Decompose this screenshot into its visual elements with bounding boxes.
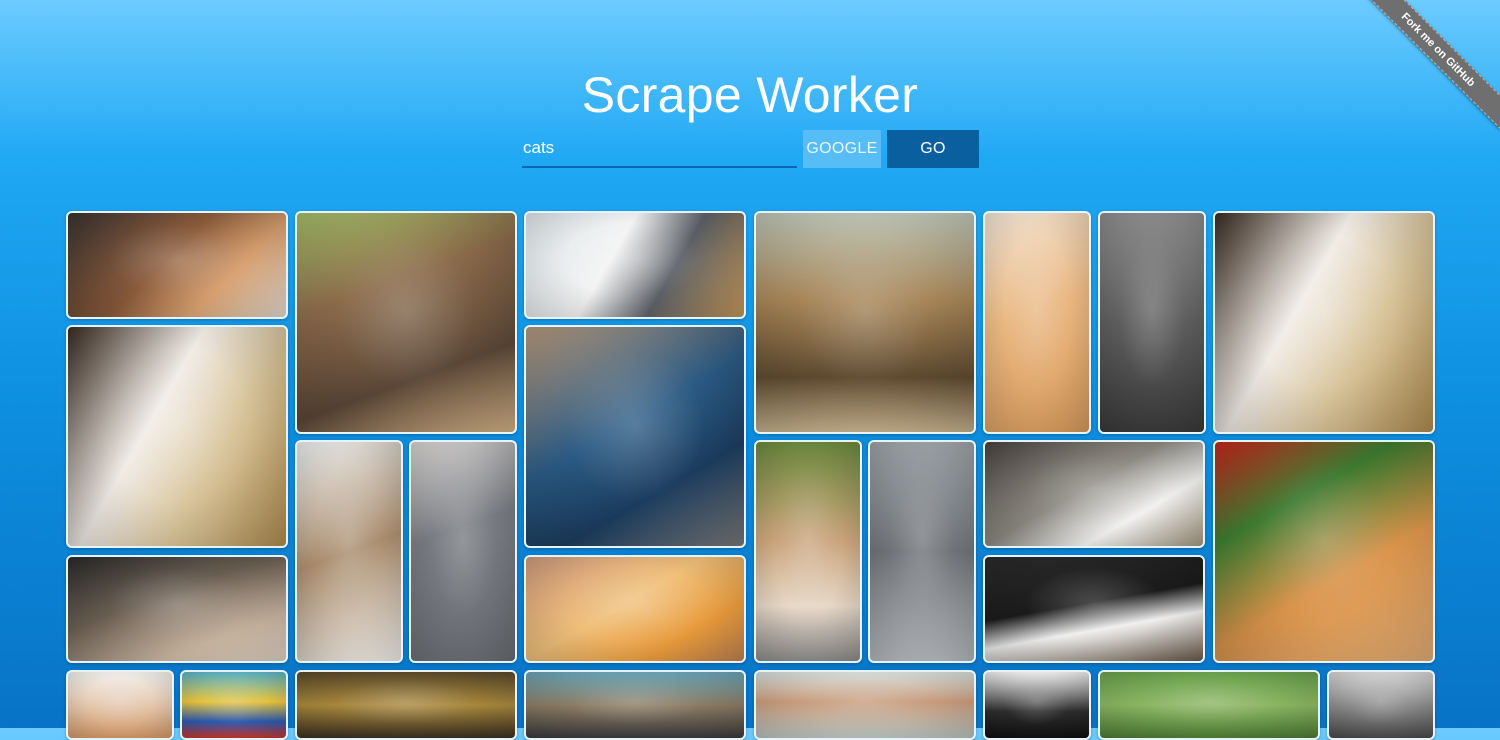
gallery-image-ginger-cat-lying[interactable] <box>524 555 746 663</box>
page-title: Scrape Worker <box>581 66 919 123</box>
gallery-image-black-cat-partial[interactable] <box>983 670 1091 740</box>
gallery-image-man-holding-cat[interactable] <box>524 325 746 548</box>
search-input[interactable] <box>522 130 797 168</box>
gallery-image-cat-under-christmas-tree[interactable] <box>1213 440 1435 663</box>
gallery-image-ginger-cat-sleeping[interactable] <box>983 211 1091 434</box>
gallery-image-grey-cat-with-kitten[interactable] <box>1098 211 1206 434</box>
gallery-image-bengal-cat[interactable] <box>754 211 976 434</box>
gallery-image-cat-propeller-hat[interactable] <box>180 670 288 740</box>
gallery-image-cat-eyes-closeup[interactable] <box>295 670 517 740</box>
gallery-image-grey-cat-rainbow[interactable] <box>409 440 517 663</box>
gallery-image-tabby-white-cat[interactable] <box>524 211 746 319</box>
github-ribbon: Fork me on GitHub <box>1350 0 1500 150</box>
gallery-image-cat-in-grass[interactable] <box>1098 670 1320 740</box>
fork-me-ribbon-link[interactable]: Fork me on GitHub <box>1358 0 1500 130</box>
gallery-image-fluffy-brown-cat[interactable] <box>295 211 517 434</box>
gallery-image-grey-tabby-partial[interactable] <box>1327 670 1435 740</box>
go-button[interactable]: GO <box>887 130 979 168</box>
gallery-image-black-white-cat[interactable] <box>983 555 1205 663</box>
search-bar: GOOGLE GO <box>522 130 982 168</box>
gallery-image-kitten-big-eyes[interactable] <box>66 555 288 663</box>
gallery-image-fluffy-kitten[interactable] <box>295 440 403 663</box>
gallery-image-orange-kitten-walking[interactable] <box>754 440 862 663</box>
gallery-image-kitten-partial[interactable] <box>66 670 174 740</box>
gallery-image-kittens-cuddling[interactable] <box>66 211 288 319</box>
gallery-image-grey-cat-with-toy-mouse[interactable] <box>868 440 976 663</box>
google-button[interactable]: GOOGLE <box>803 130 881 168</box>
gallery-image-tabby-cat-face[interactable] <box>983 440 1205 548</box>
gallery-image-white-grey-kitten[interactable] <box>66 325 288 548</box>
gallery-image-tabby-kitten-partial[interactable] <box>524 670 746 740</box>
gallery-image-persian-calico-cat[interactable] <box>1213 211 1435 434</box>
gallery-image-person-with-cat[interactable] <box>754 670 976 740</box>
